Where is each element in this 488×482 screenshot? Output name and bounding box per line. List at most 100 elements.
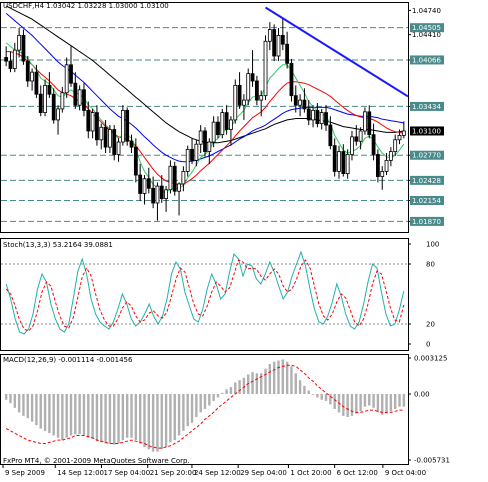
macd-histogram-bar — [121, 393, 125, 441]
candle-body — [12, 49, 17, 69]
candle-body — [315, 109, 320, 125]
macd-histogram-bar — [324, 393, 328, 401]
candle-body — [358, 130, 363, 142]
candle-body — [371, 134, 376, 155]
macd-histogram-bar — [216, 393, 220, 398]
macd-panel[interactable]: 0.003125 0.00 -0.005731 — [0, 354, 450, 465]
main-panel-frame — [0, 2, 409, 233]
macd-histogram-bar — [238, 380, 241, 394]
candle-body — [64, 64, 69, 94]
time-tick-label: 1 Oct 20:00 — [290, 469, 331, 477]
candle-body — [69, 64, 73, 84]
price-tick-label: 1.04740 — [412, 7, 441, 15]
candle-body — [185, 148, 190, 172]
stoch-signal-line — [5, 259, 405, 332]
candle-body — [298, 99, 302, 106]
stoch-panel-frame — [0, 238, 409, 351]
candle-body — [311, 109, 315, 121]
candle-body — [190, 148, 194, 161]
macd-histogram-bar — [242, 377, 246, 394]
candle-body — [216, 121, 220, 136]
candle-body — [34, 71, 39, 95]
candle-body — [116, 141, 121, 155]
price-level-tag-label: 1.03100 — [412, 127, 441, 135]
macd-histogram-bar — [65, 393, 68, 438]
candle-body — [341, 151, 346, 175]
macd-histogram-bar — [316, 393, 319, 398]
macd-histogram-bar — [182, 393, 185, 431]
macd-histogram-bar — [4, 393, 8, 400]
price-level-tag-label: 1.01870 — [412, 218, 441, 226]
candle-body — [242, 99, 246, 106]
price-level-tag-label: 1.02770 — [412, 152, 441, 160]
macd-histogram-bar — [199, 393, 202, 413]
stochastic-panel[interactable]: 100 80 20 0 — [0, 238, 440, 351]
chart-window[interactable]: 1.04740 1.04410 1.04066 1.03434 1.02770 1.024… — [0, 0, 488, 480]
stoch-tick-label: 100 — [426, 241, 439, 249]
macd-histogram-bar — [368, 393, 371, 406]
candle-body — [367, 111, 372, 136]
macd-histogram-bar — [108, 393, 112, 444]
macd-tick-label: 0.00 — [414, 390, 430, 398]
macd-histogram-bar — [203, 393, 207, 409]
copyright-text: FxPro MT4, © 2001-2009 MetaQuotes Softwa… — [3, 457, 190, 465]
macd-histogram-bar — [104, 393, 107, 444]
macd-histogram-bar — [87, 393, 90, 438]
macd-histogram-bar — [329, 393, 332, 405]
candle-body — [280, 35, 285, 45]
time-axis: 9 Sep 2009 14 Sep 12:00 17 Sep 04:00 21 Sep… — [2, 464, 426, 477]
macd-histogram-bar — [264, 368, 267, 394]
candle-body — [302, 99, 307, 110]
macd-histogram-bar — [393, 393, 397, 409]
main-chart-header: USDCHF,H4 1.03042 1.03228 1.03000 1.0310… — [3, 2, 169, 10]
main-price-panel[interactable]: 1.04740 1.04410 1.04066 1.03434 1.02770 1.024… — [0, 2, 445, 233]
candle-body — [86, 109, 91, 132]
candle-body — [363, 111, 367, 132]
candle-body — [233, 84, 238, 121]
price-level-tag-label: 1.02154 — [412, 197, 441, 205]
macd-histogram-bar — [342, 393, 345, 416]
macd-histogram-bar — [212, 393, 215, 401]
macd-histogram-bar — [277, 360, 280, 394]
candle-body — [17, 35, 22, 51]
macd-histogram-bar — [17, 393, 21, 413]
macd-histogram-bar — [56, 393, 60, 438]
macd-histogram-bar — [74, 393, 77, 435]
macd-histogram-bar — [125, 393, 129, 438]
macd-histogram-bar — [177, 393, 181, 436]
macd-histogram-bar — [117, 393, 120, 444]
chart-canvas[interactable]: 1.04740 1.04410 1.04066 1.03434 1.02770 1.024… — [0, 0, 488, 480]
macd-histogram-bar — [26, 393, 29, 419]
candle-body — [393, 139, 398, 152]
candle-body — [90, 112, 95, 132]
candle-body — [337, 151, 341, 172]
candle-body — [43, 84, 47, 113]
macd-histogram-bar — [225, 389, 228, 394]
candle-body — [388, 151, 393, 161]
macd-histogram-bar — [221, 392, 224, 394]
macd-histogram-bar — [82, 393, 86, 436]
candle-body — [276, 35, 281, 57]
macd-histogram-bar — [134, 393, 138, 441]
macd-histogram-bar — [151, 393, 155, 452]
candle-body — [8, 60, 13, 69]
candle-body — [220, 112, 225, 136]
macd-histogram-bar — [307, 390, 310, 394]
macd-histogram-bar — [195, 393, 198, 418]
macd-histogram-bar — [281, 359, 285, 394]
candle-body — [133, 146, 138, 176]
price-tick-label: 1.04410 — [412, 31, 441, 39]
macd-histogram-bar — [208, 393, 211, 406]
macd-histogram-bar — [385, 393, 388, 414]
candle-body — [263, 40, 268, 97]
candle-body — [30, 71, 34, 82]
candle-body — [224, 112, 229, 130]
candle-body — [125, 109, 130, 142]
macd-histogram-bar — [52, 393, 55, 436]
macd-histogram-bar — [190, 393, 194, 423]
macd-histogram-bar — [229, 387, 233, 394]
candle-body — [380, 170, 385, 177]
candle-body — [289, 62, 294, 97]
macd-histogram-bar — [169, 393, 172, 443]
macd-histogram-bar — [381, 393, 384, 415]
